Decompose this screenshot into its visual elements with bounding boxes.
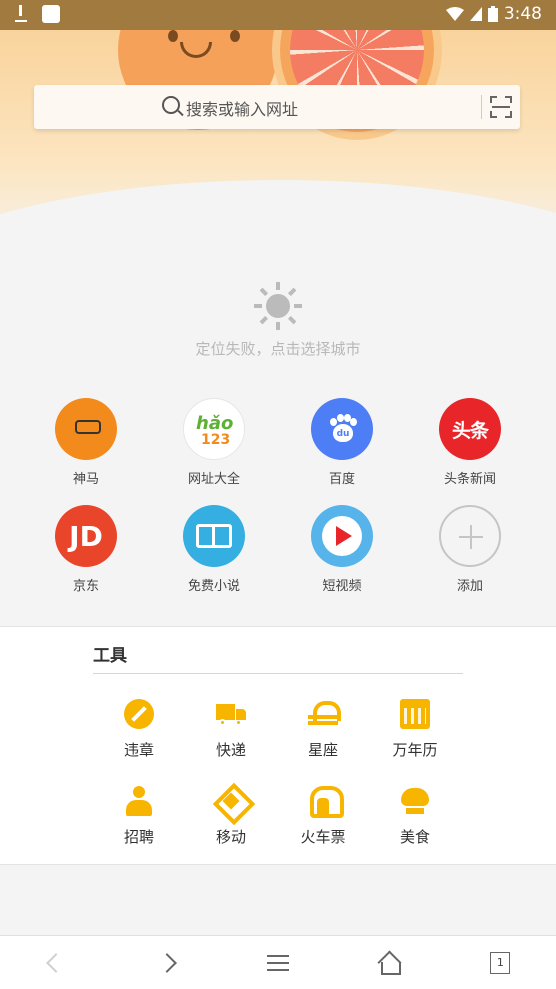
- shortcut-add[interactable]: 添加: [406, 505, 534, 594]
- chef-hat-icon: [400, 786, 430, 816]
- back-arrow-icon: [45, 952, 66, 973]
- china-mobile-icon: [216, 786, 246, 816]
- toutiao-icon: 头条: [439, 398, 501, 460]
- download-icon: [14, 5, 28, 23]
- libra-icon: [308, 699, 341, 729]
- signal-icon: [469, 7, 482, 21]
- forward-button[interactable]: [111, 936, 222, 989]
- battery-icon: [487, 6, 498, 22]
- location-failed-message[interactable]: 定位失败，点击选择城市: [0, 338, 556, 359]
- plus-icon: [439, 505, 501, 567]
- home-button[interactable]: [334, 936, 445, 989]
- shortcut-short-video[interactable]: 短视频: [278, 505, 406, 594]
- tool-mobile[interactable]: 移动: [185, 786, 277, 847]
- status-bar: 3:48: [0, 0, 556, 30]
- person-icon: [124, 786, 154, 816]
- bottom-navigation: 1: [0, 935, 556, 989]
- hao123-icon: hǎo 123: [183, 398, 245, 460]
- shortcut-baidu[interactable]: du 百度: [278, 398, 406, 487]
- no-entry-icon: [124, 699, 154, 729]
- weather-widget[interactable]: 定位失败，点击选择城市: [0, 282, 556, 359]
- tool-express[interactable]: 快递: [185, 699, 277, 760]
- shortcut-grid: 神马 hǎo 123 网址大全 du 百度 头条 头条新闻 JD 京东 免费小说: [22, 398, 534, 594]
- calendar-icon: [400, 699, 430, 729]
- book-icon: [183, 505, 245, 567]
- shortcut-jd[interactable]: JD 京东: [22, 505, 150, 594]
- tool-train-ticket[interactable]: 火车票: [277, 786, 369, 847]
- shortcut-hao123[interactable]: hǎo 123 网址大全: [150, 398, 278, 487]
- home-icon: [378, 953, 402, 975]
- wifi-icon: [445, 7, 464, 21]
- search-icon: [162, 96, 180, 114]
- tools-section: 工具 违章 快递 星座 万年历 招聘 移动 火车票 美食: [0, 626, 556, 865]
- clock: 3:48: [503, 4, 542, 24]
- tool-horoscope[interactable]: 星座: [277, 699, 369, 760]
- menu-button[interactable]: [222, 936, 333, 989]
- tool-jobs[interactable]: 招聘: [93, 786, 185, 847]
- tabs-button[interactable]: 1: [445, 936, 556, 989]
- truck-icon: [216, 699, 246, 729]
- shenma-llama-icon: [55, 398, 117, 460]
- search-bar[interactable]: 搜索或输入网址: [34, 85, 520, 129]
- header-banner: 搜索或输入网址: [0, 30, 556, 260]
- notification-icon: [42, 5, 60, 23]
- train-icon: [308, 786, 344, 818]
- tool-food[interactable]: 美食: [369, 786, 461, 847]
- qr-scan-icon[interactable]: [490, 96, 512, 118]
- play-icon: [311, 505, 373, 567]
- search-input[interactable]: 搜索或输入网址: [186, 96, 298, 120]
- menu-icon: [266, 954, 289, 971]
- baidu-paw-icon: du: [311, 398, 373, 460]
- weather-error-sun-icon: [254, 282, 302, 330]
- tool-calendar[interactable]: 万年历: [369, 699, 461, 760]
- tool-violation[interactable]: 违章: [93, 699, 185, 760]
- back-button[interactable]: [0, 936, 111, 989]
- forward-arrow-icon: [156, 952, 177, 973]
- tools-title: 工具: [93, 646, 127, 666]
- shortcut-free-novel[interactable]: 免费小说: [150, 505, 278, 594]
- tabs-count-icon: 1: [490, 951, 511, 974]
- shortcut-shenma[interactable]: 神马: [22, 398, 150, 487]
- shortcut-toutiao[interactable]: 头条 头条新闻: [406, 398, 534, 487]
- jd-icon: JD: [55, 505, 117, 567]
